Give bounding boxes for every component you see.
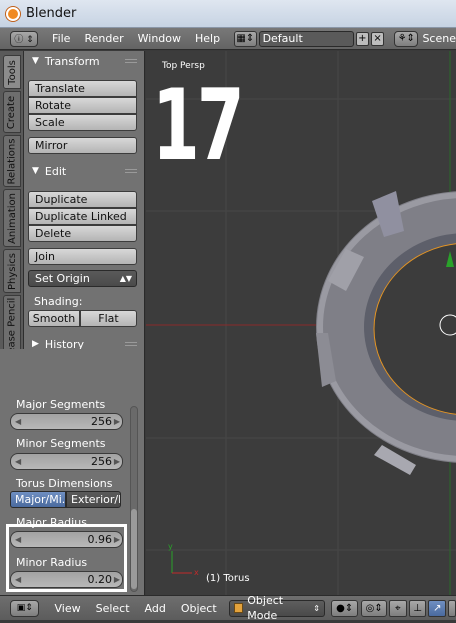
pivot-point-button[interactable]: ◎⇕ (361, 599, 387, 617)
object-mode-dropdown[interactable]: Object Mode ⇕ (228, 594, 325, 622)
increment-arrow-icon[interactable]: ▶ (114, 414, 120, 429)
scrollbar-thumb[interactable] (131, 509, 137, 589)
menu-help[interactable]: Help (195, 32, 220, 45)
screen-layout-icon[interactable]: ▦⇕ (234, 30, 257, 47)
tab-physics[interactable]: Physics (3, 249, 21, 293)
svg-text:x: x (194, 568, 199, 577)
menu-add[interactable]: Add (145, 602, 166, 615)
duplicate-linked-button[interactable]: Duplicate Linked (28, 208, 137, 225)
screen-layout-field[interactable]: Default (258, 30, 354, 47)
window-title: Blender (26, 6, 77, 21)
operator-scrollbar[interactable] (130, 406, 138, 592)
collapse-triangle-icon: ▼ (32, 166, 39, 176)
blender-logo-icon (6, 6, 20, 21)
major-segments-field[interactable]: ◀ 256 ▶ (10, 413, 123, 430)
menu-render[interactable]: Render (84, 32, 123, 45)
minor-segments-label: Minor Segments (16, 437, 106, 450)
smooth-button[interactable]: Smooth (28, 310, 80, 327)
set-origin-dropdown[interactable]: Set Origin ▲▼ (28, 270, 137, 287)
increment-arrow-icon[interactable]: ▶ (114, 454, 120, 469)
menu-window[interactable]: Window (138, 32, 181, 45)
rotate-button[interactable]: Rotate (28, 97, 137, 114)
collapse-triangle-icon: ▼ (32, 56, 39, 66)
join-button[interactable]: Join (28, 248, 137, 265)
tab-animation[interactable]: Animation (3, 189, 21, 247)
delete-button[interactable]: Delete (28, 225, 137, 242)
scene-selector-icon[interactable]: ⚘⇕ (394, 30, 419, 47)
axis-gizmo-icon: y x (168, 542, 199, 577)
scale-manipulator-icon[interactable] (448, 599, 456, 617)
torus-object[interactable] (316, 191, 456, 475)
tab-create[interactable]: Create (3, 91, 21, 133)
window-titlebar: Blender (0, 0, 456, 28)
minor-segments-field[interactable]: ◀ 256 ▶ (10, 453, 123, 470)
shading-label: Shading: (34, 295, 83, 308)
menu-file[interactable]: File (52, 32, 70, 45)
scale-button[interactable]: Scale (28, 114, 137, 131)
viewport-shading-button[interactable]: ●⇕ (330, 599, 359, 617)
major-minor-option[interactable]: Major/Mi... (10, 491, 66, 508)
decrement-arrow-icon[interactable]: ◀ (15, 454, 21, 469)
active-object-label: (1) Torus (206, 573, 250, 584)
menu-view[interactable]: View (54, 602, 80, 615)
editor-type-button[interactable]: ⓘ ⇕ (10, 30, 39, 47)
add-layout-button[interactable]: + (355, 31, 369, 46)
radius-highlight-box (6, 524, 127, 592)
editor-type-button[interactable]: ▣⇕ (10, 599, 40, 617)
svg-text:y: y (168, 542, 173, 551)
manipulator-toggle-icon[interactable]: ⌖ (389, 599, 407, 617)
3d-view-header: ▣⇕ View Select Add Object Object Mode ⇕ … (0, 594, 456, 622)
translate-manipulator-icon[interactable]: ⊥ (408, 599, 427, 617)
dropdown-arrow-icon: ▲▼ (119, 274, 132, 283)
scene-name[interactable]: Scene (422, 32, 456, 45)
transform-panel-header[interactable]: ▼ Transform (24, 51, 145, 71)
duplicate-button[interactable]: Duplicate (28, 191, 137, 208)
decrement-arrow-icon[interactable]: ◀ (15, 414, 21, 429)
flat-button[interactable]: Flat (80, 310, 137, 327)
expand-triangle-icon: ▶ (32, 339, 39, 349)
3d-viewport[interactable]: y x Top Persp 17 (1) Torus (146, 51, 456, 595)
drag-grip-icon[interactable] (125, 59, 137, 63)
remove-layout-button[interactable]: × (370, 31, 385, 46)
overlay-step-number: 17 (152, 69, 245, 183)
menu-select[interactable]: Select (96, 602, 130, 615)
rotate-manipulator-icon[interactable]: ↗ (428, 599, 447, 617)
torus-dimensions-label: Torus Dimensions (16, 477, 113, 490)
mirror-button[interactable]: Mirror (28, 137, 137, 154)
edit-panel-header[interactable]: ▼ Edit (24, 161, 145, 181)
drag-grip-icon[interactable] (125, 342, 137, 346)
dropdown-arrow-icon: ⇕ (313, 603, 320, 613)
info-header: ⓘ ⇕ File Render Window Help ▦⇕ Default +… (0, 28, 456, 50)
translate-button[interactable]: Translate (28, 80, 137, 97)
tab-relations[interactable]: Relations (3, 135, 21, 187)
major-segments-label: Major Segments (16, 398, 106, 411)
exterior-interior-option[interactable]: Exterior/I... (66, 491, 121, 508)
tab-tools[interactable]: Tools (3, 55, 21, 89)
cube-icon (233, 603, 244, 613)
drag-grip-icon[interactable] (125, 169, 137, 173)
menu-object[interactable]: Object (181, 602, 217, 615)
